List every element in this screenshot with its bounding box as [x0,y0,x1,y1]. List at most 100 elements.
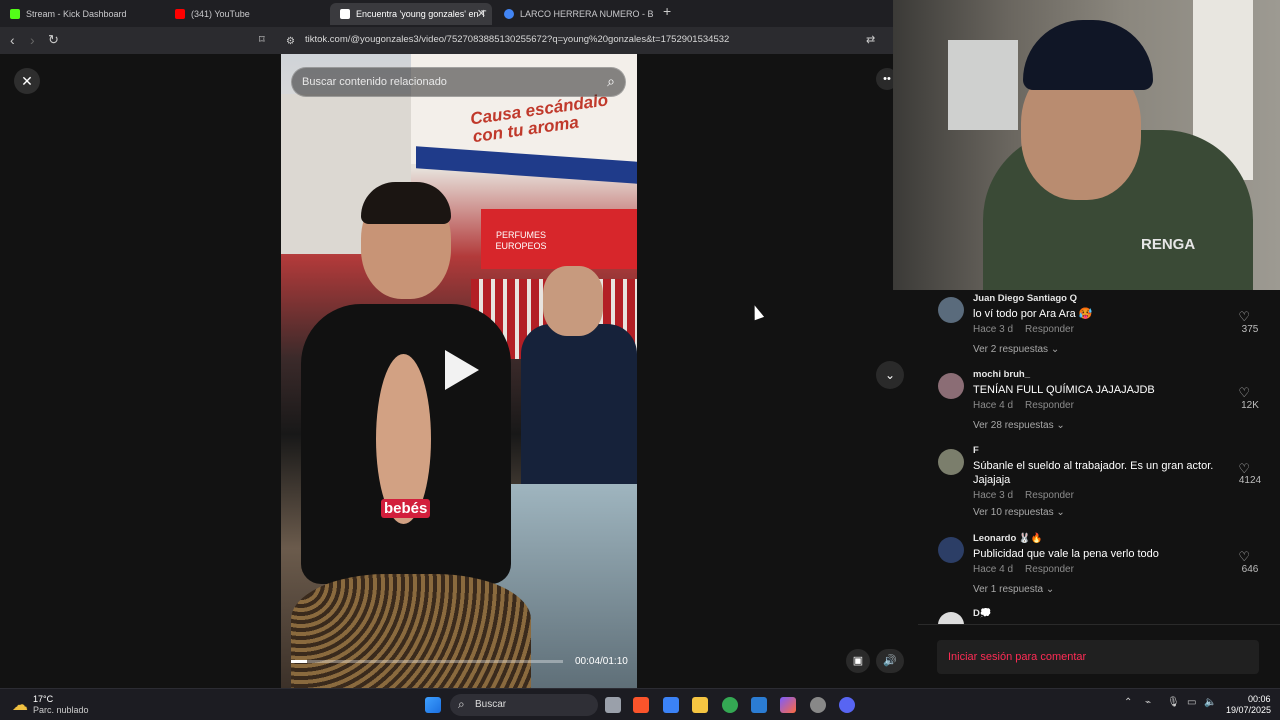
forward-icon[interactable]: › [30,31,35,49]
comment-user[interactable]: F [973,445,979,456]
like-count: 4124 [1238,475,1262,486]
search-placeholder: Buscar contenido relacionado [302,76,447,88]
address-bar: ‹ › ↻ ⌑ ⚙ tiktok.com/@yougonzales3/video… [0,27,893,54]
clock-date[interactable]: 19/07/2025 [1226,705,1271,715]
comment-user[interactable]: mochi bruh_ [973,369,1030,380]
comment-text: Publicidad que vale la pena verlo todo [973,548,1159,560]
google-icon [504,9,514,19]
pip-icon[interactable]: ▣ [846,649,870,673]
windows-start-icon[interactable] [425,697,441,713]
reply-button[interactable]: Responder [1025,564,1074,575]
avatar[interactable] [938,612,964,624]
comment-meta: Hace 3 d Responder [973,490,1086,501]
tab-label: LARCO HERRERA NUMERO - Buscar [520,9,654,19]
view-replies-button[interactable]: Ver 28 respuestas ⌄ [973,420,1065,431]
new-tab-button[interactable]: + [663,3,671,19]
weather-icon[interactable]: ☁ [12,695,28,715]
webcam-overlay: RENGA [893,0,1280,290]
weather-temp[interactable]: 17°C [33,694,53,704]
file-explorer-icon[interactable] [692,697,708,713]
task-view-icon[interactable] [605,697,621,713]
reply-button[interactable]: Responder [1025,400,1074,411]
hoodie-text: RENGA [1141,236,1196,253]
like-count: 375 [1241,324,1259,335]
progress-track[interactable] [291,660,563,663]
avatar[interactable] [938,297,964,323]
comment-meta: Hace 4 d Responder [973,564,1086,575]
like-count: 646 [1241,564,1259,575]
mic-icon[interactable]: 🎙 [1167,697,1180,708]
display-icon[interactable]: ▭ [1187,697,1196,708]
comment-age: Hace 3 d [973,490,1014,501]
discord-icon[interactable] [839,697,855,713]
progress-fill [291,660,307,663]
brave-icon[interactable] [633,697,649,713]
site-info-icon[interactable]: ⚙ [286,33,295,51]
comment-user[interactable]: D💭 [973,608,992,619]
speaker-icon[interactable]: 🔈 [1204,697,1216,708]
translate-icon[interactable]: ⇄ [866,31,875,49]
url-field[interactable]: tiktok.com/@yougonzales3/video/752708388… [305,34,729,45]
search-icon: ⌕ [458,697,465,711]
back-icon[interactable]: ‹ [10,31,15,49]
network-icon[interactable]: ⌁ [1145,697,1151,708]
comment-user[interactable]: Leonardo 🐰🔥 [973,533,1043,544]
tab-google-search[interactable]: LARCO HERRERA NUMERO - Buscar [494,3,654,25]
search-icon[interactable]: ⌕ [607,73,615,90]
volume-icon[interactable]: 🔊 [876,649,904,673]
kick-icon [10,9,20,19]
comments-panel: Juan Diego Santiago Q lo ví todo por Ara… [918,290,1280,688]
tab-youtube[interactable]: (341) YouTube [165,3,330,25]
comment-age: Hace 4 d [973,564,1014,575]
clock-time[interactable]: 00:06 [1248,694,1271,704]
view-replies-label: Ver 1 respuesta [973,584,1044,595]
view-replies-button[interactable]: Ver 1 respuesta ⌄ [973,584,1054,595]
comment-text: TENÍAN FULL QUÍMICA JAJAJAJDB [973,384,1155,396]
view-replies-label: Ver 10 respuestas [973,507,1054,518]
divider [918,624,1280,625]
video-player[interactable]: Causa escándalo con tu aroma PERFUMES EU… [281,54,637,688]
tray-chevron-icon[interactable]: ⌃ [1124,697,1132,708]
like-heart-icon[interactable]: ♡ [1238,549,1250,565]
related-search-input[interactable]: Buscar contenido relacionado ⌕ [291,67,626,97]
youtube-icon [175,9,185,19]
like-heart-icon[interactable]: ♡ [1238,385,1250,401]
view-replies-button[interactable]: Ver 10 respuestas ⌄ [973,507,1065,518]
chrome-icon[interactable] [722,697,738,713]
tab-label: (341) YouTube [191,9,250,19]
login-to-comment-label[interactable]: Iniciar sesión para comentar [948,651,1086,663]
comment-meta: Hace 3 d Responder [973,324,1086,335]
reply-button[interactable]: Responder [1025,490,1074,501]
avatar[interactable] [938,373,964,399]
time-display: 00:04/01:10 [575,656,628,667]
comment-user[interactable]: Juan Diego Santiago Q [973,293,1077,304]
close-tab-icon[interactable]: ✕ [477,3,486,25]
play-icon[interactable] [445,350,479,390]
view-replies-button[interactable]: Ver 2 respuestas ⌄ [973,344,1059,355]
view-replies-label: Ver 2 respuestas [973,344,1049,355]
close-viewer-button[interactable]: ✕ [14,68,40,94]
view-replies-label: Ver 28 respuestas [973,420,1054,431]
copilot-icon[interactable] [780,697,796,713]
reload-icon[interactable]: ↻ [48,31,59,49]
tab-tiktok-search[interactable]: Encuentra 'young gonzales' en T ✕ [330,3,492,25]
avatar[interactable] [938,537,964,563]
taskbar-search[interactable]: ⌕ Buscar [450,694,598,716]
tab-label: Stream - Kick Dashboard [26,9,127,19]
like-heart-icon[interactable]: ♡ [1238,309,1250,325]
store-name: PERFUMES EUROPEOS [495,230,547,251]
bookmark-icon[interactable]: ⌑ [259,31,265,49]
app-icon[interactable] [751,697,767,713]
comment-text: lo ví todo por Ara Ara 🥵 [973,308,1093,320]
reply-button[interactable]: Responder [1025,324,1074,335]
comment-login-box[interactable]: Iniciar sesión para comentar [937,640,1259,674]
store-icon[interactable] [663,697,679,713]
comment-item: D💭 [918,608,1280,624]
tab-kick-dashboard[interactable]: Stream - Kick Dashboard [0,3,165,25]
obs-icon[interactable] [810,697,826,713]
avatar[interactable] [938,449,964,475]
next-video-button[interactable]: ⌄ [876,361,904,389]
clerk-head [543,266,603,336]
comment-text: Súbanle el sueldo al trabajador. Es un g… [973,460,1214,486]
weather-desc[interactable]: Parc. nublado [33,705,89,715]
